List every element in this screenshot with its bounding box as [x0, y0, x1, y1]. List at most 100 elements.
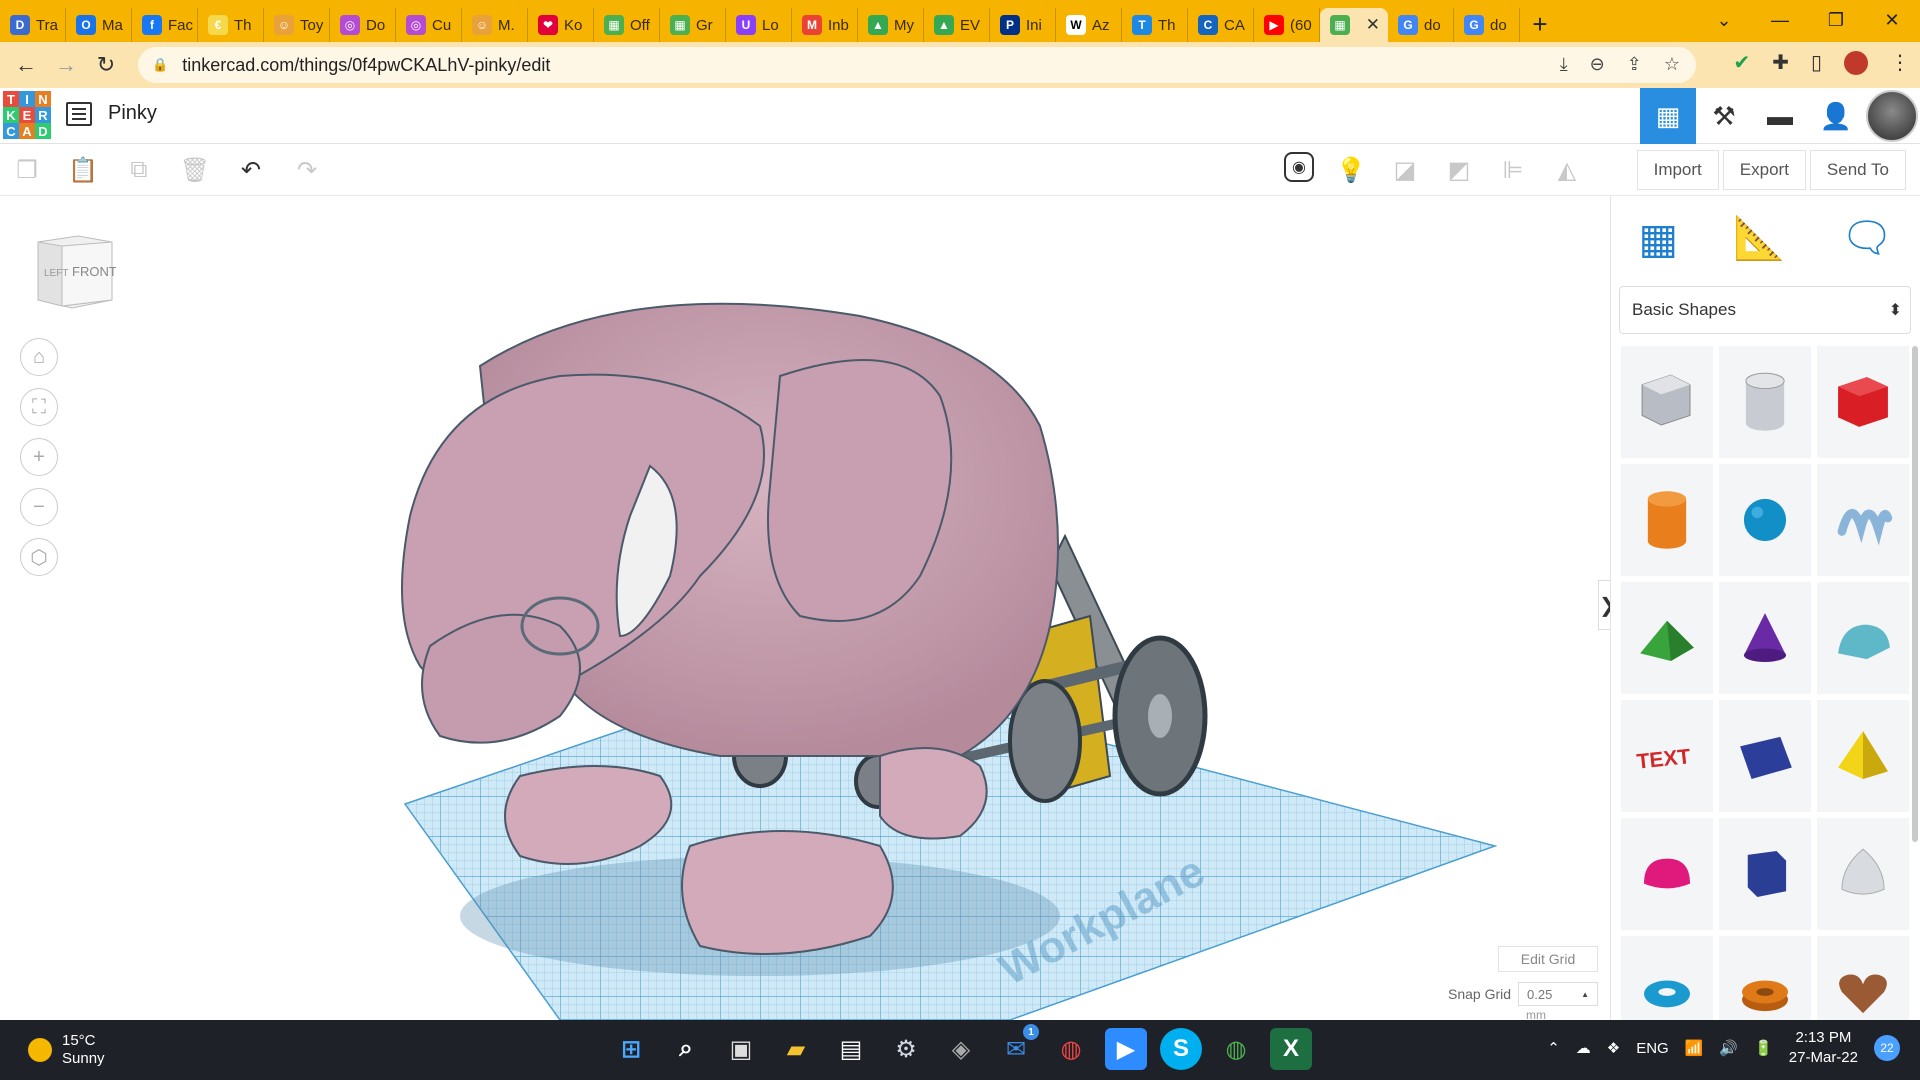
browser-tab[interactable]: Gdo [1388, 8, 1454, 42]
shape-half-sphere[interactable] [1621, 818, 1713, 930]
forward-button[interactable]: → [46, 52, 86, 78]
shape-sphere[interactable] [1719, 464, 1811, 576]
skype-icon[interactable]: S [1160, 1028, 1202, 1070]
shape-cylinder[interactable] [1621, 464, 1713, 576]
panel-collapse-button[interactable]: ❯ [1598, 580, 1610, 630]
zoom-icon[interactable]: ⊖ [1590, 54, 1605, 75]
browser-tab[interactable]: C CA [1188, 8, 1254, 42]
windows-start-icon[interactable]: ⊞ [610, 1028, 652, 1070]
shape-roof[interactable] [1621, 582, 1713, 694]
game-icon[interactable]: ◈ [940, 1028, 982, 1070]
browser-tab[interactable]: W Az [1056, 8, 1122, 42]
fit-view-icon[interactable]: ⛶ [20, 388, 58, 426]
steam-icon[interactable]: ⚙ [885, 1028, 927, 1070]
shape-box[interactable] [1817, 346, 1909, 458]
side-panel-icon[interactable]: ▯ [1811, 50, 1822, 75]
weather-widget[interactable]: 15°C Sunny [28, 1032, 105, 1068]
shape-pyramid[interactable] [1817, 700, 1909, 812]
paste-icon[interactable]: 📋 [66, 152, 100, 188]
browser-tab[interactable]: D Tra [0, 8, 66, 42]
browser-tab[interactable]: U Lo [726, 8, 792, 42]
shape-library-select[interactable]: Basic Shapes [1619, 286, 1911, 334]
notification-badge[interactable]: 22 [1874, 1035, 1900, 1061]
back-button[interactable]: ← [6, 52, 46, 78]
volume-icon[interactable]: 🔊 [1719, 1039, 1738, 1057]
zoom-app-icon[interactable]: ▶ [1105, 1028, 1147, 1070]
export-button[interactable]: Export [1722, 150, 1806, 190]
extension-check-icon[interactable]: ✔ [1733, 50, 1750, 75]
shape-cone[interactable] [1719, 582, 1811, 694]
shape-text[interactable]: TEXT [1621, 700, 1713, 812]
store-icon[interactable]: ▤ [830, 1028, 872, 1070]
shape-paraboloid[interactable] [1817, 818, 1909, 930]
wifi-icon[interactable]: 📶 [1685, 1039, 1704, 1057]
undo-icon[interactable]: ↶ [234, 152, 268, 188]
shape-scribble[interactable] [1817, 464, 1909, 576]
browser-tab[interactable]: ◎ Cu [396, 8, 462, 42]
viewcube[interactable]: LEFT FRONT [28, 232, 116, 312]
copy-icon[interactable]: ❐ [10, 152, 44, 188]
mirror-icon[interactable]: ◭ [1550, 152, 1584, 188]
browser-tab[interactable]: ❤ Ko [528, 8, 594, 42]
panel-scrollbar[interactable] [1912, 346, 1918, 842]
browser-tab[interactable]: ▲ My [858, 8, 924, 42]
battery-icon[interactable]: 🔋 [1754, 1039, 1773, 1057]
search-icon[interactable]: ⌕ [665, 1028, 707, 1070]
delete-icon[interactable]: 🗑 [178, 152, 212, 188]
language-indicator[interactable]: ENG [1636, 1040, 1669, 1057]
send-to-button[interactable]: Send To [1809, 150, 1906, 190]
tinkercad-logo[interactable]: TINKERCAD [3, 91, 51, 139]
shape-cylinder-hole[interactable] [1719, 346, 1811, 458]
browser-tab[interactable]: ▶ (60 [1254, 8, 1320, 42]
browser-tab[interactable]: ☺ M. [462, 8, 528, 42]
zoom-out-icon[interactable]: − [20, 488, 58, 526]
3d-design-grid-icon[interactable]: ▦ [1640, 88, 1696, 144]
chrome-icon[interactable]: ◍ [1050, 1028, 1092, 1070]
user-avatar[interactable] [1866, 90, 1918, 142]
add-user-icon[interactable]: 👤 [1808, 88, 1864, 144]
lightbulb-icon[interactable]: 💡 [1334, 152, 1368, 188]
close-tab-icon[interactable]: ✕ [1366, 15, 1380, 35]
restore-button[interactable]: ❐ [1808, 10, 1864, 31]
onedrive-icon[interactable]: ☁ [1576, 1039, 1591, 1057]
chrome-profile-icon[interactable]: ◍ [1215, 1028, 1257, 1070]
browser-tab[interactable]: ▦ Off [594, 8, 660, 42]
browser-tab[interactable]: P Ini [990, 8, 1056, 42]
close-window-button[interactable]: ✕ [1864, 10, 1920, 31]
browser-tab[interactable]: ◎ Do [330, 8, 396, 42]
browser-tab[interactable]: f Fac [132, 8, 198, 42]
design-list-icon[interactable] [66, 102, 92, 126]
notes-panel-icon[interactable]: 🗨 [1840, 214, 1893, 263]
redo-icon[interactable]: ↷ [290, 152, 324, 188]
new-tab-button[interactable]: + [1520, 7, 1560, 41]
zoom-in-icon[interactable]: + [20, 438, 58, 476]
browser-tab[interactable]: M Inb [792, 8, 858, 42]
profile-avatar-icon[interactable] [1844, 50, 1868, 75]
install-app-icon[interactable]: ⤓ [1560, 54, 1568, 75]
reload-button[interactable]: ↻ [86, 52, 126, 78]
mail-icon[interactable]: ✉ 1 [995, 1024, 1039, 1070]
dropbox-icon[interactable]: ❖ [1607, 1039, 1620, 1057]
group-icon[interactable]: ◪ [1388, 152, 1422, 188]
share-icon[interactable]: ⇪ [1627, 54, 1642, 75]
duplicate-icon[interactable]: ⧉ [122, 152, 156, 188]
ungroup-icon[interactable]: ◩ [1442, 152, 1476, 188]
align-icon[interactable]: ⊫ [1496, 152, 1530, 188]
workplane-icon[interactable]: ▦ [1638, 214, 1678, 263]
browser-tab[interactable]: O Ma [66, 8, 132, 42]
ruler-icon[interactable]: 📐 [1733, 214, 1785, 263]
snap-grid-select[interactable]: 0.25 [1518, 982, 1598, 1006]
pickaxe-icon[interactable]: ⚒ [1696, 88, 1752, 144]
design-name[interactable]: Pinky [108, 102, 157, 125]
excel-icon[interactable]: X [1270, 1028, 1312, 1070]
extensions-puzzle-icon[interactable]: ✚ [1772, 50, 1789, 75]
browser-tab[interactable]: ▦ Gr [660, 8, 726, 42]
browser-tab[interactable]: € Th [198, 8, 264, 42]
shape-round-roof[interactable] [1817, 582, 1909, 694]
tray-chevron-icon[interactable]: ⌃ [1547, 1039, 1560, 1057]
browser-tab[interactable]: ▦ ✕ [1320, 8, 1388, 42]
bookmark-star-icon[interactable]: ☆ [1664, 54, 1680, 75]
browser-tab[interactable]: T Th [1122, 8, 1188, 42]
import-button[interactable]: Import [1636, 150, 1719, 190]
notes-icon[interactable]: ◉ [1284, 152, 1314, 182]
